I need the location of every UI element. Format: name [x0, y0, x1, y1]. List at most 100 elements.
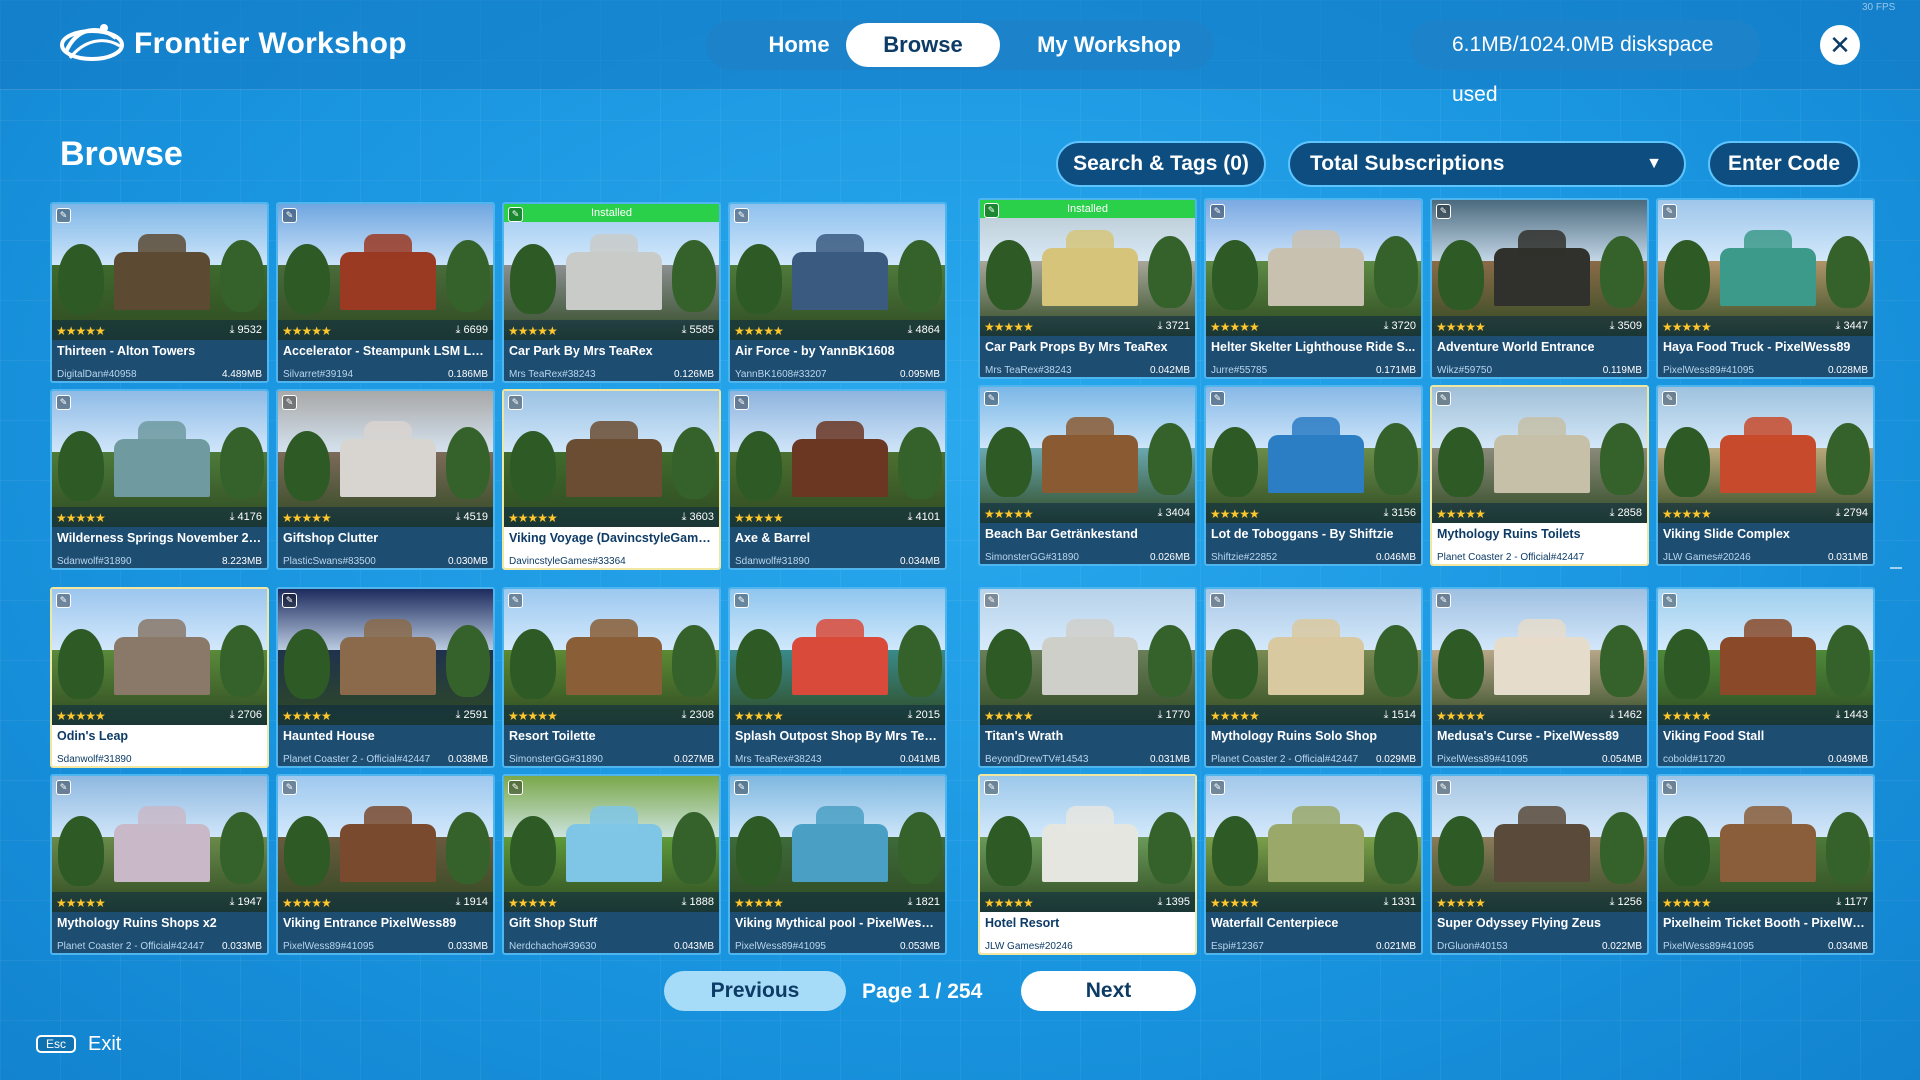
search-tags-button[interactable]: Search & Tags (0) — [1056, 141, 1266, 187]
workshop-item-card[interactable]: Installed ✎ ★★★★★ ⤓ 5585 Car Park By Mrs Tea… — [502, 202, 721, 383]
item-size: 0.033MB — [447, 941, 488, 952]
sort-dropdown[interactable]: Total Subscriptions ▼ — [1288, 141, 1686, 187]
item-stats-bar: ★★★★★ ⤓ 3404 — [980, 503, 1195, 523]
workshop-item-card[interactable]: ✎ ★★★★★ ⤓ 9532 Thirteen - Alton Towers Digit… — [50, 202, 269, 383]
workshop-item-card[interactable]: ✎ ★★★★★ ⤓ 2591 Haunted House Planet Coaster … — [276, 587, 495, 768]
item-name: Titan's Wrath — [985, 729, 1064, 743]
workshop-item-card[interactable]: ✎ ★★★★★ ⤓ 1462 Medusa's Curse - PixelWess89… — [1430, 587, 1649, 768]
item-name: Hotel Resort — [985, 916, 1060, 930]
item-size: 0.031MB — [1827, 552, 1868, 563]
rating-stars: ★★★★★ — [282, 511, 332, 525]
rating-stars: ★★★★★ — [56, 511, 106, 525]
rating-stars: ★★★★★ — [56, 709, 106, 723]
workshop-item-card[interactable]: ✎ ★★★★★ ⤓ 3156 Lot de Toboggans - By Shiftz… — [1204, 385, 1423, 566]
item-info: Viking Entrance PixelWess89 PixelWess89#4… — [278, 912, 493, 953]
item-stats-bar: ★★★★★ ⤓ 1331 — [1206, 892, 1421, 912]
item-size: 8.223MB — [221, 556, 262, 567]
workshop-item-card[interactable]: Installed ✎ ★★★★★ ⤓ 3721 Car Park Props By M… — [978, 198, 1197, 379]
workshop-item-card[interactable]: ✎ ★★★★★ ⤓ 1331 Waterfall Centerpiece Espi#12… — [1204, 774, 1423, 955]
workshop-item-card[interactable]: ✎ ★★★★★ ⤓ 6699 Accelerator - Steampunk LSM … — [276, 202, 495, 383]
exit-button[interactable]: Exit — [88, 1033, 121, 1056]
workshop-item-card[interactable]: ✎ ★★★★★ ⤓ 1395 Hotel Resort JLW Games#20246 — [978, 774, 1197, 955]
rating-stars: ★★★★★ — [508, 896, 558, 910]
item-stats-bar: ★★★★★ ⤓ 3603 — [504, 507, 719, 527]
item-stats-bar: ★★★★★ ⤓ 3720 — [1206, 316, 1421, 336]
workshop-item-card[interactable]: ✎ ★★★★★ ⤓ 3447 Haya Food Truck - PixelWess8… — [1656, 198, 1875, 379]
item-size: 0.021MB — [1375, 941, 1416, 952]
workshop-item-card[interactable]: ✎ ★★★★★ ⤓ 4101 Axe & Barrel Sdanwolf#31890 0.… — [728, 389, 947, 570]
workshop-item-card[interactable]: ✎ ★★★★★ ⤓ 3509 Adventure World Entrance Wikz… — [1430, 198, 1649, 379]
workshop-item-card[interactable]: ✎ ★★★★★ ⤓ 2794 Viking Slide Complex JLW Game… — [1656, 385, 1875, 566]
item-info: Mythology Ruins Shops x2 Planet Coaster 2… — [52, 912, 267, 953]
workshop-item-card[interactable]: ✎ ★★★★★ ⤓ 4176 Wilderness Springs November … — [50, 389, 269, 570]
download-count: ⤓ 2591 — [455, 709, 488, 721]
item-name: Lot de Toboggans - By Shiftzie — [1211, 527, 1394, 541]
item-author: PlasticSwans#83500 — [283, 556, 376, 567]
workshop-item-card[interactable]: ✎ ★★★★★ ⤓ 4519 Giftshop Clutter PlasticSwans… — [276, 389, 495, 570]
item-size: 0.038MB — [447, 754, 488, 765]
close-button[interactable]: ✕ — [1820, 25, 1860, 65]
item-stats-bar: ★★★★★ ⤓ 4519 — [278, 507, 493, 527]
item-name: Air Force - by YannBK1608 — [735, 344, 895, 358]
workshop-item-card[interactable]: ✎ ★★★★★ ⤓ 3603 Viking Voyage (DavincstyleGa… — [502, 389, 721, 570]
item-stats-bar: ★★★★★ ⤓ 2308 — [504, 705, 719, 725]
sort-dropdown-label: Total Subscriptions — [1310, 152, 1505, 175]
rating-stars: ★★★★★ — [1436, 507, 1486, 521]
download-count: ⤓ 2794 — [1835, 507, 1868, 519]
item-type-icon: ✎ — [734, 208, 749, 223]
download-count: ⤓ 4519 — [455, 511, 488, 523]
item-author: Silvarret#39194 — [283, 369, 354, 380]
workshop-item-card[interactable]: ✎ ★★★★★ ⤓ 1821 Viking Mythical pool - Pixel… — [728, 774, 947, 955]
tab-browse[interactable]: Browse — [846, 23, 1000, 67]
item-name: Splash Outpost Shop By Mrs Tea... — [735, 729, 940, 743]
item-info: Hotel Resort JLW Games#20246 — [980, 912, 1195, 953]
download-count: ⤓ 1514 — [1383, 709, 1416, 721]
item-name: Giftshop Clutter — [283, 531, 379, 545]
previous-page-button[interactable]: Previous — [664, 971, 846, 1011]
workshop-item-card[interactable]: ✎ ★★★★★ ⤓ 4864 Air Force - by YannBK1608 Yan… — [728, 202, 947, 383]
workshop-item-card[interactable]: ✎ ★★★★★ ⤓ 3404 Beach Bar Getränkestand Simon… — [978, 385, 1197, 566]
workshop-item-card[interactable]: ✎ ★★★★★ ⤓ 1443 Viking Food Stall cobold#1172… — [1656, 587, 1875, 768]
item-author: Mrs TeaRex#38243 — [735, 754, 822, 765]
item-stats-bar: ★★★★★ ⤓ 2015 — [730, 705, 945, 725]
item-author: DrGluon#40153 — [1437, 941, 1508, 952]
download-count: ⤓ 1462 — [1609, 709, 1642, 721]
workshop-item-card[interactable]: ✎ ★★★★★ ⤓ 2706 Odin's Leap Sdanwolf#31890 — [50, 587, 269, 768]
workshop-item-card[interactable]: ✎ ★★★★★ ⤓ 1514 Mythology Ruins Solo Shop Pla… — [1204, 587, 1423, 768]
item-info: Helter Skelter Lighthouse Ride S... Jurre… — [1206, 336, 1421, 377]
workshop-item-card[interactable]: ✎ ★★★★★ ⤓ 1888 Gift Shop Stuff Nerdchacho#39… — [502, 774, 721, 955]
item-stats-bar: ★★★★★ ⤓ 3156 — [1206, 503, 1421, 523]
item-name: Wilderness Springs November 20... — [57, 531, 262, 545]
item-name: Viking Slide Complex — [1663, 527, 1790, 541]
item-type-icon: ✎ — [508, 780, 523, 795]
item-size: 0.053MB — [899, 941, 940, 952]
item-info: Mythology Ruins Solo Shop Planet Coaster … — [1206, 725, 1421, 766]
item-size: 0.041MB — [899, 754, 940, 765]
scroll-indicator — [1890, 567, 1902, 569]
item-size: 0.054MB — [1601, 754, 1642, 765]
item-name: Adventure World Entrance — [1437, 340, 1595, 354]
workshop-item-card[interactable]: ✎ ★★★★★ ⤓ 1256 Super Odyssey Flying Zeus DrG… — [1430, 774, 1649, 955]
next-page-button[interactable]: Next — [1021, 971, 1196, 1011]
download-count: ⤓ 4176 — [229, 511, 262, 523]
workshop-item-card[interactable]: ✎ ★★★★★ ⤓ 2015 Splash Outpost Shop By Mrs T… — [728, 587, 947, 768]
chevron-down-icon: ▼ — [1646, 155, 1662, 172]
rating-stars: ★★★★★ — [1662, 709, 1712, 723]
rating-stars: ★★★★★ — [1210, 896, 1260, 910]
workshop-item-card[interactable]: ✎ ★★★★★ ⤓ 1947 Mythology Ruins Shops x2 Plan… — [50, 774, 269, 955]
workshop-item-card[interactable]: ✎ ★★★★★ ⤓ 2858 Mythology Ruins Toilets Plane… — [1430, 385, 1649, 566]
tab-my-workshop[interactable]: My Workshop — [1014, 23, 1204, 67]
enter-code-button[interactable]: Enter Code — [1708, 141, 1860, 187]
workshop-item-card[interactable]: ✎ ★★★★★ ⤓ 1177 Pixelheim Ticket Booth - Pix… — [1656, 774, 1875, 955]
rating-stars: ★★★★★ — [1662, 896, 1712, 910]
workshop-item-card[interactable]: ✎ ★★★★★ ⤓ 1770 Titan's Wrath BeyondDrewTV#14… — [978, 587, 1197, 768]
workshop-item-card[interactable]: ✎ ★★★★★ ⤓ 3720 Helter Skelter Lighthouse Ri… — [1204, 198, 1423, 379]
rating-stars: ★★★★★ — [1210, 507, 1260, 521]
item-type-icon: ✎ — [1662, 391, 1677, 406]
workshop-item-card[interactable]: ✎ ★★★★★ ⤓ 1914 Viking Entrance PixelWess89 P… — [276, 774, 495, 955]
workshop-item-card[interactable]: ✎ ★★★★★ ⤓ 2308 Resort Toilette SimonsterGG#3… — [502, 587, 721, 768]
item-type-icon: ✎ — [508, 593, 523, 608]
item-type-icon: ✎ — [984, 593, 999, 608]
item-stats-bar: ★★★★★ ⤓ 3509 — [1432, 316, 1647, 336]
item-info: Resort Toilette SimonsterGG#31890 0.027MB — [504, 725, 719, 766]
